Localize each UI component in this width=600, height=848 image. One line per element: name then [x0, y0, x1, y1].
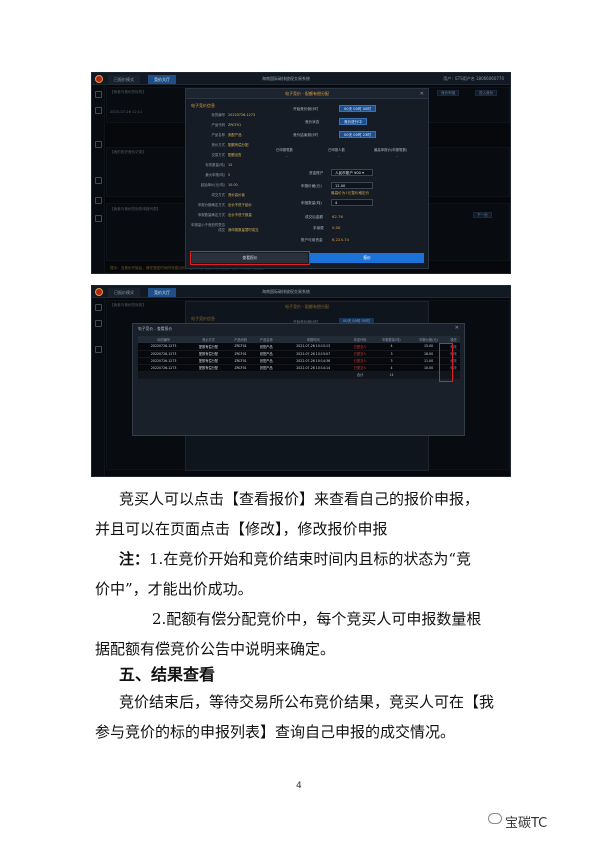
view-quotes-header: 电子竞价 - 查看报价 ✕: [133, 324, 464, 333]
app-title: 海南国际碳排放权交易系统: [262, 289, 310, 294]
table-sum-row: 合计 14: [138, 371, 460, 379]
auction-status-value: 竞价进行中: [339, 118, 367, 125]
bg-bid-modal-title: 电子竞价 - 配额有偿分配: [285, 304, 329, 309]
col-status: 状态代码: [347, 336, 373, 343]
app-topbar-2: 已报价模式 竞价大厅 海南国际碳排放权交易系统: [92, 286, 510, 298]
paragraph-results-line1: 竞价结束后，等待交易所公布竞价结果，竞买人可在【我: [119, 693, 495, 711]
auction-status-label: 竞价状态: [305, 120, 320, 124]
field-price-rule: 申报价格确定方式 出价不低于起价: [197, 203, 252, 207]
field-quantity-rule: 申报数量确定方式 出价不低于数量: [197, 213, 252, 217]
col-quantity: 申报数量(吨): [372, 336, 410, 343]
screenshot-bid-dialog: 已报价模式 竞价大厅 海南国际碳排放权交易系统 用户：ETS用户名 180660…: [91, 72, 511, 274]
tab-quote-mode[interactable]: 已报价模式: [108, 75, 140, 84]
note-2-line2: 据配额有偿竞价公告中说明来确定。: [95, 640, 336, 658]
fee-value: 0.00: [332, 225, 341, 230]
declared-count-header: 已申报笔数: [276, 148, 293, 152]
fund-account-label: 资金账户: [309, 171, 324, 175]
bid-modal-header: 电子竞价 - 配额有偿分配 ✕: [186, 89, 428, 99]
available-funds-label: 账户可用资金: [301, 238, 323, 242]
field-start-price: 起始单价(元/吨) 10.00: [200, 183, 238, 187]
bid-modal: 电子竞价 - 配额有偿分配 ✕ 电子竞价信息 标的编号 20220726-1273…: [185, 88, 429, 269]
declared-people-header: 已申报人数: [328, 148, 345, 152]
view-quotes-modal: 电子竞价 - 查看报价 ✕ 标的编号 竞价方式 产品代码 产品名称 申报时间 状…: [132, 323, 465, 436]
col-action: 操作: [447, 336, 460, 343]
highlight-box: [190, 251, 310, 265]
wechat-icon: [488, 813, 502, 824]
close-icon[interactable]: ✕: [420, 89, 424, 99]
close-icon[interactable]: ✕: [455, 325, 459, 331]
note-1-line1: 注：1.在竞价开始和竞价结束时间内且标的状态为“竞: [119, 544, 519, 574]
section-heading-results: 五、结果查看: [119, 665, 216, 684]
quotes-table: 标的编号 竞价方式 产品代码 产品名称 申报时间 状态代码 申报数量(吨) 申报…: [138, 336, 460, 379]
start-countdown-value: 00天 00时 00时: [339, 105, 376, 112]
view-quotes-title: 电子竞价 - 查看报价: [138, 326, 173, 331]
col-price: 申报价格(元): [410, 336, 448, 343]
field-deal-method: 成交方式 竞价高价者: [211, 193, 245, 197]
field-auction-method: 竞价方式 配额有偿分配: [211, 143, 249, 147]
declared-people-value: –: [338, 154, 340, 158]
watermark-label: 宝碳TC: [505, 816, 548, 831]
field-trade-method: 交易方式 配额出售: [211, 153, 242, 157]
user-info: 用户：ETS用户名 18066060770: [443, 76, 504, 81]
col-lot-number: 标的编号: [138, 336, 190, 343]
sum-label: 合计: [347, 371, 373, 379]
highest-price-value: –: [396, 154, 398, 158]
field-product-name: 产品名称 张配产品: [211, 133, 242, 137]
declared-count-value: –: [286, 154, 288, 158]
paragraph-results-line2: 参与竞价的标的申报列表】查询自己申报的成交情况。: [95, 723, 456, 741]
sum-value: 14: [372, 371, 410, 379]
note-2-line1: 2.配额有偿分配竞价中，每个竞买人可申报数量根: [152, 610, 482, 628]
app-title: 海南国际碳排放权交易系统: [262, 76, 310, 81]
exchange-logo-icon: [95, 75, 103, 83]
highlight-box-modify: [439, 343, 453, 382]
field-product-code: 产品代码 ZRCF01: [211, 123, 242, 127]
col-declare-time: 申报时间: [279, 336, 348, 343]
highest-price-header: 最高申报价(申报笔数): [374, 148, 408, 152]
table-row: 20220726-1273 配额有偿分配 ZRCF01 张配产品 2022-07-26 …: [138, 343, 460, 351]
field-lot-number: 标的编号 20220726-1273: [211, 113, 256, 117]
end-countdown-value: 00天 00时 23时: [339, 131, 376, 138]
page-number: 4: [296, 781, 302, 791]
declare-quantity-input[interactable]: 4: [331, 199, 373, 206]
deal-amount-label: 成交后金额: [305, 215, 323, 219]
start-countdown-label: 开始竞价倒计时: [293, 107, 319, 111]
quotes-table-header: 标的编号 竞价方式 产品代码 产品名称 申报时间 状态代码 申报数量(吨) 申报…: [138, 336, 460, 343]
field-max-declare: 最大申报(吨) 5: [205, 173, 231, 177]
col-auction-method: 竞价方式: [189, 336, 228, 343]
end-countdown-label: 竞价结束倒计时: [293, 133, 319, 137]
table-row: 20220726-1273 配额有偿分配 ZRCF01 张配产品 2022-07-26 …: [138, 350, 460, 358]
declare-quantity-label: 申报数量(吨): [301, 201, 322, 205]
bg-section-heading: 电子竞价信息: [191, 316, 215, 321]
exchange-logo-icon: [95, 288, 103, 296]
field-partial-deal-rule: 申报量小于竞拍时是否成交 我申报数量暂时成交: [191, 223, 259, 232]
deal-amount-value: 62.76: [332, 214, 343, 219]
table-row: 20220726-1273 配额有偿分配 ZRCF01 张配产品 2022-07-26 …: [138, 357, 460, 365]
note-label: 注：: [119, 550, 150, 568]
submit-quote-button[interactable]: 报价: [310, 253, 424, 263]
fee-label: 手续费: [313, 226, 324, 230]
available-funds-value: 6,224.74: [332, 237, 349, 242]
auction-info-heading: 电子竞价信息: [191, 103, 215, 108]
col-product-name: 产品名称: [253, 336, 280, 343]
app-topbar: 已报价模式 竞价大厅 海南国际碳排放权交易系统 用户：ETS用户名 180660…: [92, 73, 510, 85]
note-1-line2: 价中”，才能出价成功。: [95, 580, 253, 598]
declare-price-input[interactable]: 12.00: [331, 182, 373, 189]
declare-price-label: 申报价格(元): [301, 184, 322, 188]
paragraph-view-quote-line1: 竞买人可以点击【查看报价】来查看自己的报价申报，: [119, 490, 480, 508]
col-product-code: 产品代码: [227, 336, 254, 343]
tab-auction-hall[interactable]: 竞价大厅: [148, 75, 176, 84]
paragraph-view-quote-line2: 并且可以在页面点击【修改】，修改报价申报: [95, 520, 388, 538]
table-row: 20220726-1273 配额有偿分配 ZRCF01 张配产品 2022-07-26 …: [138, 364, 460, 372]
fund-account-select[interactable]: 人民币账户 ¥00 ▾: [331, 169, 373, 176]
bid-modal-title: 电子竞价 - 配额有偿分配: [285, 91, 329, 96]
price-hint: 最高价为1元整价格定价: [331, 191, 370, 195]
tab-quote-mode[interactable]: 已报价模式: [108, 288, 140, 297]
field-lot-quantity: 标的数量(吨) 15: [205, 163, 233, 167]
tab-auction-hall[interactable]: 竞价大厅: [148, 288, 176, 297]
note-1-text: 1.在竞价开始和竞价结束时间内且标的状态为“竞: [149, 550, 471, 568]
screenshot-view-quotes: 已报价模式 竞价大厅 海南国际碳排放权交易系统 【我参与竞价的标的】 电子竞价 …: [91, 285, 511, 477]
